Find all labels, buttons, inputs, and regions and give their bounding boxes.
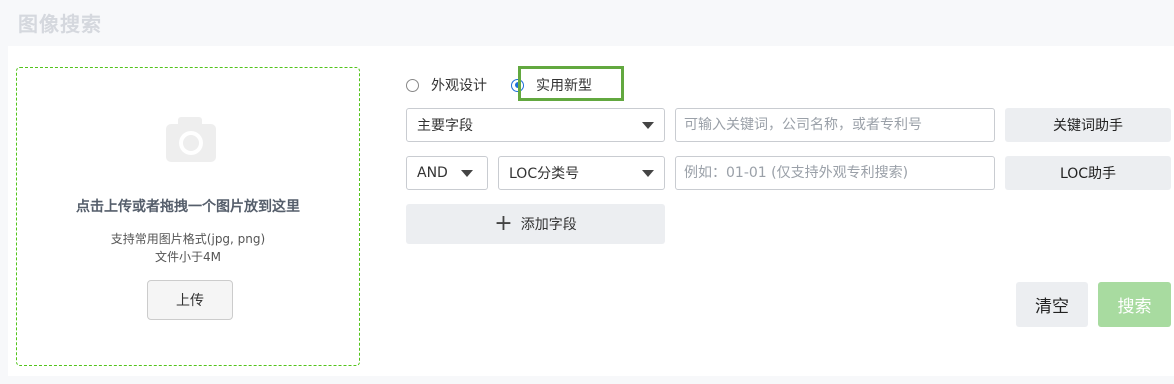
loc-helper-button[interactable]: LOC助手 [1005, 156, 1171, 190]
camera-icon [166, 117, 216, 162]
image-search-page: 图像搜索 点击上传或者拖拽一个图片放到这里 支持常用图片格式(jpg, png)… [0, 0, 1174, 384]
chevron-down-icon [642, 122, 654, 129]
image-upload-dropzone[interactable]: 点击上传或者拖拽一个图片放到这里 支持常用图片格式(jpg, png) 文件小于… [16, 67, 360, 366]
radio-unchecked-icon[interactable] [406, 78, 419, 92]
keyword-input[interactable] [675, 108, 995, 142]
clear-button[interactable]: 清空 [1016, 282, 1088, 327]
add-field-label: 添加字段 [520, 217, 577, 233]
radio-design[interactable]: 外观设计 [406, 75, 487, 95]
operator-select-value: AND [417, 165, 448, 181]
field-select-loc-value: LOC分类号 [509, 166, 580, 182]
add-field-button[interactable]: + 添加字段 [406, 204, 665, 244]
page-title: 图像搜索 [18, 12, 102, 36]
chevron-down-icon [642, 170, 654, 177]
upload-format-hint: 支持常用图片格式(jpg, png) [110, 232, 266, 246]
field-select-main-value: 主要字段 [417, 118, 473, 134]
field-select-loc[interactable]: LOC分类号 [498, 156, 665, 190]
radio-design-label: 外观设计 [431, 78, 487, 94]
plus-icon: + [494, 211, 513, 236]
loc-input[interactable] [675, 156, 995, 190]
upload-instruction: 点击上传或者拖拽一个图片放到这里 [76, 199, 300, 215]
operator-select[interactable]: AND [406, 156, 488, 190]
field-select-main[interactable]: 主要字段 [406, 108, 665, 142]
keyword-helper-button[interactable]: 关键词助手 [1005, 108, 1171, 142]
chevron-down-icon [461, 170, 473, 177]
upload-button[interactable]: 上传 [147, 280, 233, 320]
upload-size-hint: 文件小于4M [155, 250, 221, 264]
selection-highlight-box [518, 66, 624, 101]
search-button[interactable]: 搜索 [1098, 282, 1171, 327]
